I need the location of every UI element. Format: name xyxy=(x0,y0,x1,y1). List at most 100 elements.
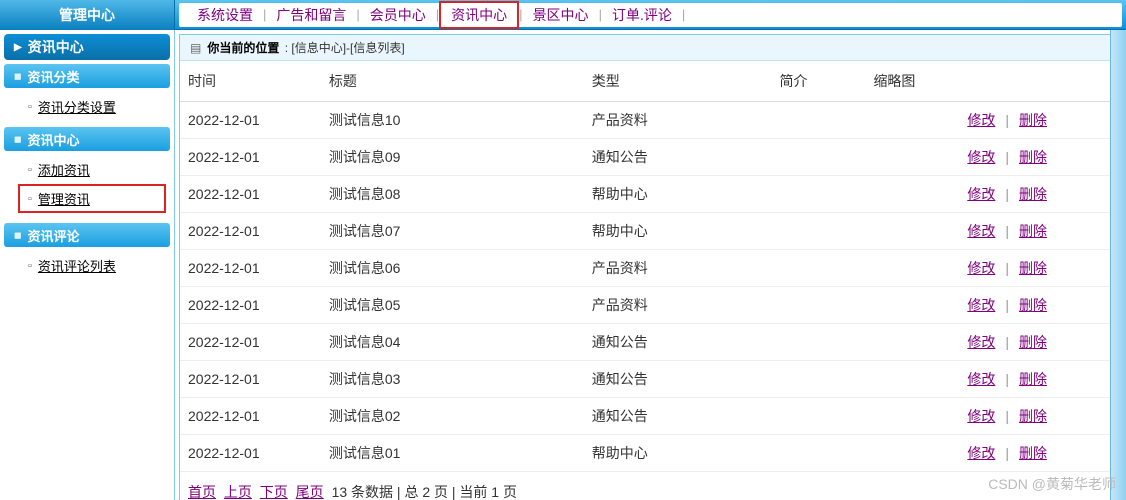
cell-title: 测试信息10 xyxy=(321,102,584,139)
cell-title: 测试信息06 xyxy=(321,250,584,287)
table-row: 2022-12-01测试信息02通知公告修改|删除 xyxy=(180,398,1119,435)
cell-intro xyxy=(772,213,866,250)
cell-thumb xyxy=(865,250,959,287)
sidebar-item[interactable]: 资讯分类设置 xyxy=(4,94,170,119)
nav-item-3[interactable]: 资讯中心 xyxy=(439,1,519,29)
nav-item-1[interactable]: 广告和留言 xyxy=(266,5,356,25)
cell-thumb xyxy=(865,139,959,176)
cell-time: 2022-12-01 xyxy=(180,102,321,139)
sidebar-item-link[interactable]: 资讯分类设置 xyxy=(38,97,116,116)
cell-actions: 修改|删除 xyxy=(959,435,1119,472)
cell-thumb xyxy=(865,435,959,472)
edit-link[interactable]: 修改 xyxy=(967,408,995,424)
sidebar-item[interactable]: 管理资讯 xyxy=(18,184,166,213)
cell-intro xyxy=(772,287,866,324)
cell-type: 通知公告 xyxy=(584,398,772,435)
edit-link[interactable]: 修改 xyxy=(967,371,995,387)
edit-link[interactable]: 修改 xyxy=(967,149,995,165)
cell-time: 2022-12-01 xyxy=(180,287,321,324)
table-row: 2022-12-01测试信息10产品资料 修改|删除 xyxy=(180,102,1119,139)
main: 你当前的位置 : [信息中心]-[信息列表] 时间标题类型简介缩略图 2022-… xyxy=(175,30,1126,500)
sidebar-header: 资讯中心 xyxy=(4,34,170,60)
cell-type: 通知公告 xyxy=(584,139,772,176)
cell-time: 2022-12-01 xyxy=(180,250,321,287)
watermark: CSDN @黄菊华老师 xyxy=(988,474,1116,494)
nav-item-0[interactable]: 系统设置 xyxy=(187,5,263,25)
col-header: 时间 xyxy=(180,61,321,102)
delete-link[interactable]: 删除 xyxy=(1019,297,1047,313)
cell-actions: 修改|删除 xyxy=(959,361,1119,398)
delete-link[interactable]: 删除 xyxy=(1019,334,1047,350)
nav-item-4[interactable]: 景区中心 xyxy=(523,5,599,25)
cell-intro xyxy=(772,250,866,287)
data-table: 时间标题类型简介缩略图 2022-12-01测试信息10产品资料修改|删除202… xyxy=(180,61,1119,472)
cell-thumb xyxy=(865,213,959,250)
sidebar-items: 添加资讯管理资讯 xyxy=(4,153,170,223)
container: 资讯中心 资讯分类资讯分类设置资讯中心添加资讯管理资讯资讯评论资讯评论列表 你当… xyxy=(0,30,1126,500)
table-row: 2022-12-01测试信息05产品资料修改|删除 xyxy=(180,287,1119,324)
sidebar-item[interactable]: 资讯评论列表 xyxy=(4,253,170,278)
table-row: 2022-12-01测试信息07帮助中心修改|删除 xyxy=(180,213,1119,250)
edit-link[interactable]: 修改 xyxy=(967,334,995,350)
breadcrumb-label: 你当前的位置 xyxy=(207,39,279,56)
edit-link[interactable]: 修改 xyxy=(967,112,995,128)
nav-item-2[interactable]: 会员中心 xyxy=(360,5,436,25)
page-prev[interactable]: 上页 xyxy=(224,484,252,500)
table-row: 2022-12-01测试信息04通知公告修改|删除 xyxy=(180,324,1119,361)
nav-item-5[interactable]: 订单.评论 xyxy=(602,5,682,25)
scrollbar-vertical[interactable] xyxy=(1110,30,1126,500)
sidebar-item-link[interactable]: 资讯评论列表 xyxy=(38,256,116,275)
cell-type: 通知公告 xyxy=(584,361,772,398)
cell-thumb xyxy=(865,176,959,213)
table-row: 2022-12-01测试信息09通知公告修改|删除 xyxy=(180,139,1119,176)
cell-type: 通知公告 xyxy=(584,324,772,361)
edit-link[interactable]: 修改 xyxy=(967,297,995,313)
cell-actions: 修改|删除 xyxy=(959,213,1119,250)
edit-link[interactable]: 修改 xyxy=(967,186,995,202)
delete-link[interactable]: 删除 xyxy=(1019,445,1047,461)
delete-link[interactable]: 删除 xyxy=(1019,223,1047,239)
cell-title: 测试信息02 xyxy=(321,398,584,435)
cell-thumb xyxy=(865,398,959,435)
cell-title: 测试信息04 xyxy=(321,324,584,361)
cell-type: 产品资料 xyxy=(584,102,772,139)
table-row: 2022-12-01测试信息01帮助中心修改|删除 xyxy=(180,435,1119,472)
delete-link[interactable]: 删除 xyxy=(1019,149,1047,165)
cell-intro xyxy=(772,361,866,398)
cell-thumb xyxy=(865,287,959,324)
cell-intro xyxy=(772,324,866,361)
page-last[interactable]: 尾页 xyxy=(296,484,324,500)
table-body: 2022-12-01测试信息10产品资料修改|删除2022-12-01测试信息0… xyxy=(180,102,1119,472)
cell-title: 测试信息01 xyxy=(321,435,584,472)
topbar-title: 管理中心 xyxy=(0,0,175,30)
sidebar-item[interactable]: 添加资讯 xyxy=(4,157,170,182)
page-next[interactable]: 下页 xyxy=(260,484,288,500)
cell-actions: 修改|删除 xyxy=(959,250,1119,287)
sidebar-item-link[interactable]: 添加资讯 xyxy=(38,160,90,179)
cell-title: 测试信息05 xyxy=(321,287,584,324)
cell-thumb xyxy=(865,102,959,139)
delete-link[interactable]: 删除 xyxy=(1019,408,1047,424)
delete-link[interactable]: 删除 xyxy=(1019,371,1047,387)
delete-link[interactable]: 删除 xyxy=(1019,186,1047,202)
cell-type: 帮助中心 xyxy=(584,435,772,472)
page-first[interactable]: 首页 xyxy=(188,484,216,500)
cell-actions: 修改|删除 xyxy=(959,102,1119,139)
cell-intro xyxy=(772,102,866,139)
col-header xyxy=(959,61,1119,102)
cell-time: 2022-12-01 xyxy=(180,176,321,213)
cell-title: 测试信息07 xyxy=(321,213,584,250)
edit-link[interactable]: 修改 xyxy=(967,260,995,276)
delete-link[interactable]: 删除 xyxy=(1019,112,1047,128)
sidebar-item-link[interactable]: 管理资讯 xyxy=(38,189,90,208)
cell-intro xyxy=(772,176,866,213)
breadcrumb-path: [信息中心]-[信息列表] xyxy=(291,39,404,56)
cell-time: 2022-12-01 xyxy=(180,361,321,398)
sidebar-group-title: 资讯分类 xyxy=(4,64,170,88)
delete-link[interactable]: 删除 xyxy=(1019,260,1047,276)
sidebar-group-title: 资讯评论 xyxy=(4,223,170,247)
table-header-row: 时间标题类型简介缩略图 xyxy=(180,61,1119,102)
edit-link[interactable]: 修改 xyxy=(967,445,995,461)
edit-link[interactable]: 修改 xyxy=(967,223,995,239)
cell-type: 产品资料 xyxy=(584,250,772,287)
